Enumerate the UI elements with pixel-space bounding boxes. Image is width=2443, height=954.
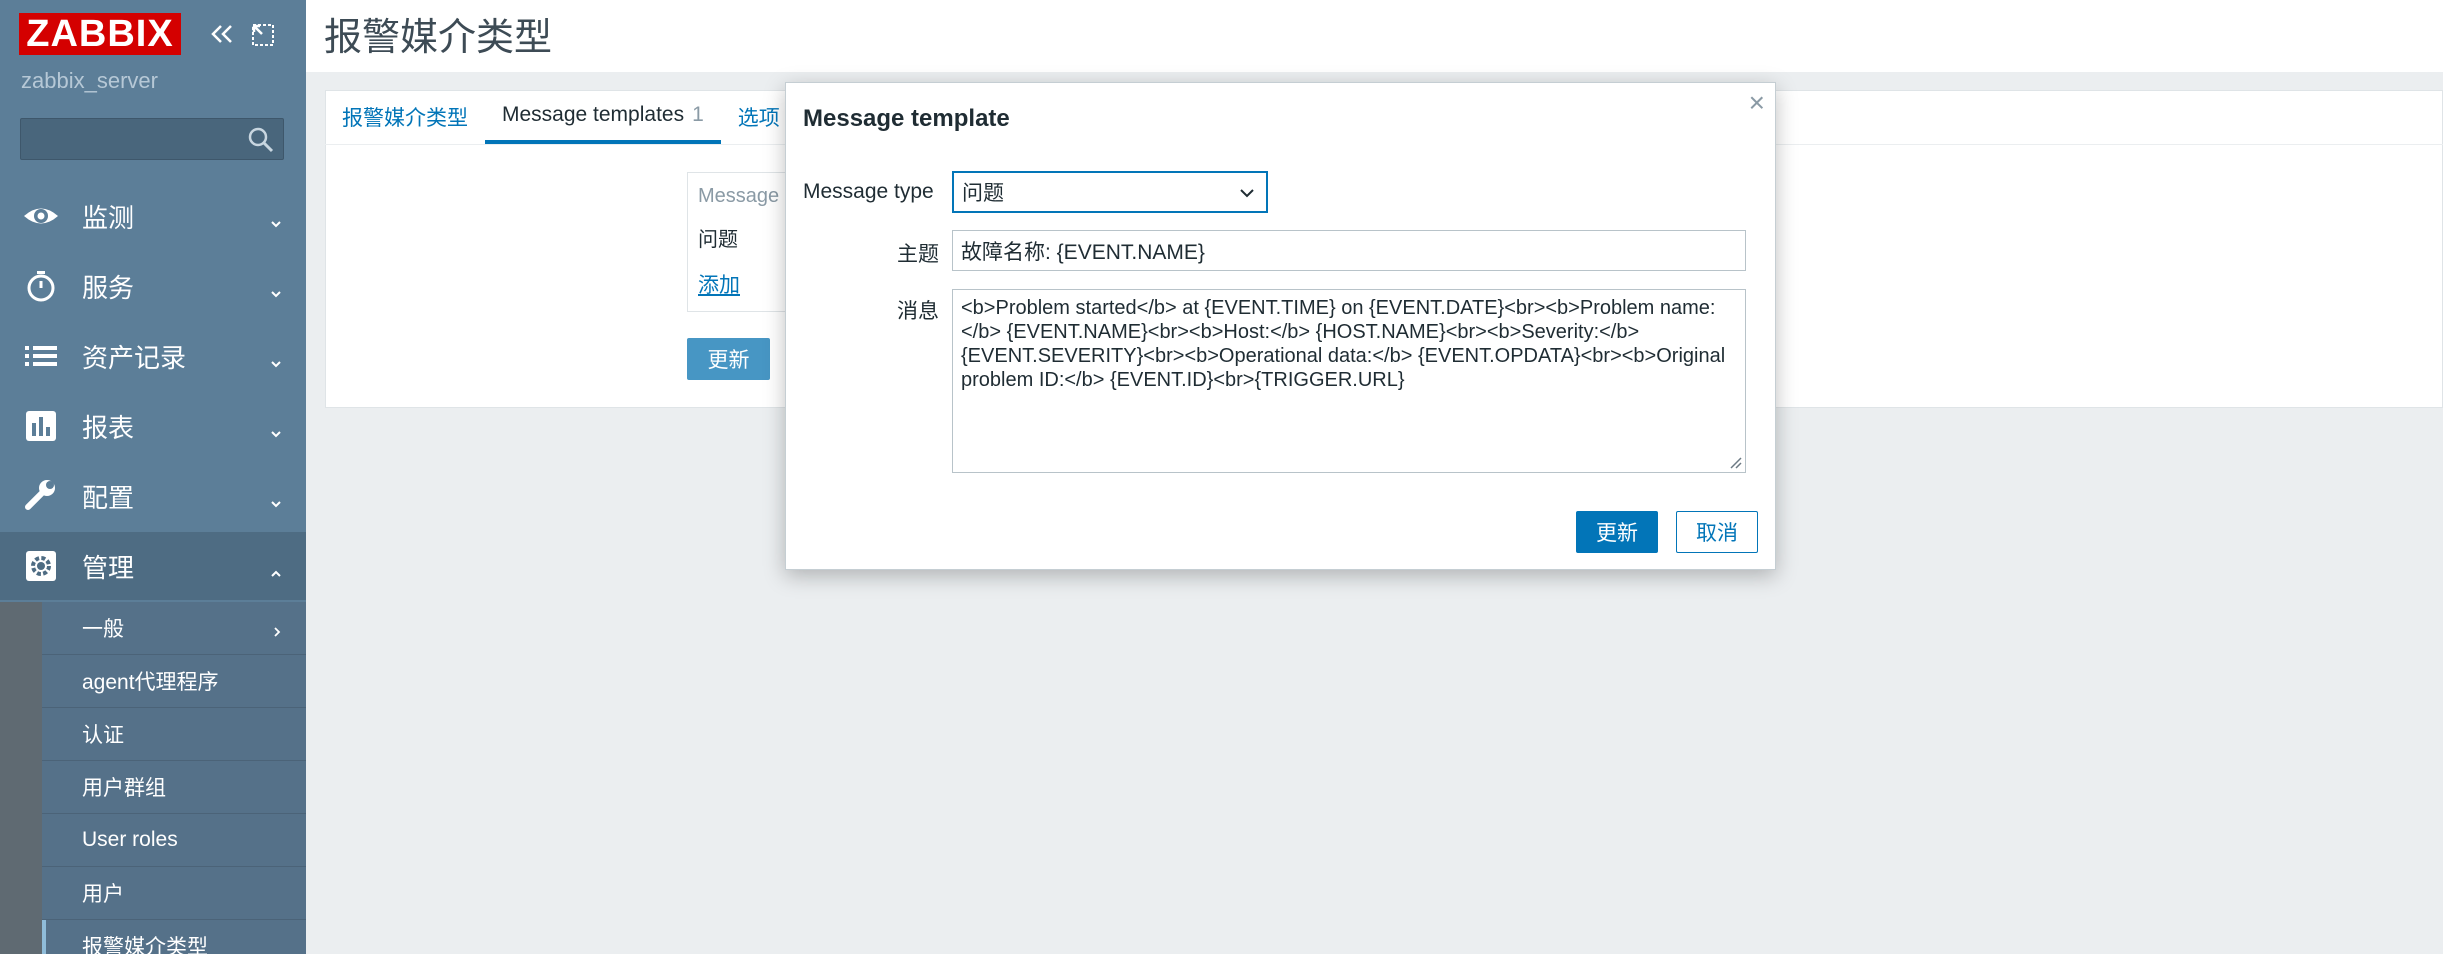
- chevron-down-icon: [268, 348, 284, 368]
- chevron-down-icon: [268, 488, 284, 508]
- nav-label: 资产记录: [82, 342, 187, 373]
- tab-media-type[interactable]: 报警媒介类型: [325, 90, 485, 144]
- resize-grip-icon[interactable]: [1728, 455, 1742, 469]
- nav-label: 管理: [82, 552, 135, 583]
- sidebar: ZABBIX zabbix_server 监测 服务 资产记录 报表 配置 管理…: [0, 0, 306, 954]
- message-label: 消息: [897, 300, 939, 323]
- nav-label: 报表: [82, 412, 135, 443]
- nav-configuration[interactable]: 配置: [0, 462, 306, 530]
- submenu-label: 报警媒介类型: [82, 936, 208, 954]
- chevron-down-icon: [268, 278, 284, 298]
- chevron-down-icon: [268, 208, 284, 228]
- eye-icon: [22, 197, 60, 235]
- wrench-icon: [22, 477, 60, 515]
- tab-label: 选项: [737, 107, 780, 130]
- submenu-item-user-groups[interactable]: 用户群组: [42, 761, 306, 814]
- submenu-item-media-types[interactable]: 报警媒介类型: [42, 920, 306, 954]
- close-icon[interactable]: ×: [1749, 89, 1765, 117]
- tab-message-templates[interactable]: Message templates 1: [485, 90, 721, 144]
- submenu-label: 用户: [82, 883, 124, 906]
- nav-label: 服务: [82, 272, 135, 303]
- nav-inventory[interactable]: 资产记录: [0, 322, 306, 390]
- list-header: Message: [698, 185, 780, 207]
- update-button[interactable]: 更新: [1576, 511, 1658, 553]
- submenu-label: 用户群组: [82, 777, 166, 800]
- nav-label: 监测: [82, 202, 135, 233]
- zabbix-logo[interactable]: ZABBIX: [19, 13, 181, 55]
- clock-icon: [22, 267, 60, 305]
- nav-reports[interactable]: 报表: [0, 392, 306, 460]
- server-name: zabbix_server: [21, 68, 158, 93]
- submenu-rail: [0, 602, 42, 954]
- submenu-label: 认证: [82, 724, 124, 747]
- select-value: 问题: [962, 182, 1004, 205]
- submenu-item-users[interactable]: 用户: [42, 867, 306, 920]
- submenu-label: 一般: [82, 618, 124, 641]
- chevron-right-icon: [270, 621, 284, 637]
- list-item: 问题: [698, 229, 738, 251]
- message-textarea[interactable]: <b>Problem started</b> at {EVENT.TIME} o…: [952, 289, 1746, 473]
- collapse-sidebar-icon[interactable]: [207, 18, 237, 50]
- submenu-item-general[interactable]: 一般: [42, 602, 306, 655]
- message-type-label: Message type: [803, 180, 934, 203]
- submenu-label: agent代理程序: [82, 671, 219, 694]
- header-bar: [306, 0, 2443, 72]
- list-icon: [22, 337, 60, 375]
- submenu-item-authentication[interactable]: 认证: [42, 708, 306, 761]
- submenu-item-user-roles[interactable]: User roles: [42, 814, 306, 867]
- cancel-button[interactable]: 取消: [1676, 511, 1758, 553]
- subject-value: 故障名称: {EVENT.NAME}: [961, 240, 1205, 264]
- nav-monitoring[interactable]: 监测: [0, 182, 306, 250]
- message-template-dialog: Message template × Message type 问题 主题 故障…: [785, 82, 1776, 570]
- dialog-title: Message template: [803, 105, 1010, 132]
- tab-label: 报警媒介类型: [342, 107, 468, 130]
- subject-field[interactable]: 故障名称: {EVENT.NAME}: [952, 230, 1746, 271]
- tab-count-badge: 1: [692, 103, 704, 126]
- page-update-button[interactable]: 更新: [687, 338, 770, 380]
- kiosk-mode-icon[interactable]: [248, 18, 278, 50]
- chevron-down-icon: [1238, 184, 1256, 202]
- nav-administration[interactable]: 管理: [0, 532, 306, 600]
- tab-label: Message templates: [502, 103, 685, 126]
- chevron-down-icon: [268, 418, 284, 438]
- sidebar-search: [20, 118, 284, 160]
- gear-icon: [22, 547, 60, 585]
- sidebar-search-input[interactable]: [21, 119, 236, 159]
- submenu-item-proxies[interactable]: agent代理程序: [42, 655, 306, 708]
- message-type-select[interactable]: 问题: [952, 171, 1268, 213]
- nav-services[interactable]: 服务: [0, 252, 306, 320]
- search-icon[interactable]: [247, 126, 275, 154]
- admin-submenu: 一般 agent代理程序 认证 用户群组 User roles 用户 报警媒介类…: [0, 602, 306, 954]
- bar-chart-icon: [22, 407, 60, 445]
- add-template-link[interactable]: 添加: [698, 269, 740, 299]
- nav-label: 配置: [82, 482, 135, 513]
- page-title: 报警媒介类型: [324, 17, 553, 59]
- submenu-label: User roles: [82, 828, 178, 851]
- chevron-up-icon: [268, 558, 284, 577]
- subject-label: 主题: [897, 243, 939, 266]
- tab-bar: 报警媒介类型 Message templates 1 选项: [325, 90, 797, 144]
